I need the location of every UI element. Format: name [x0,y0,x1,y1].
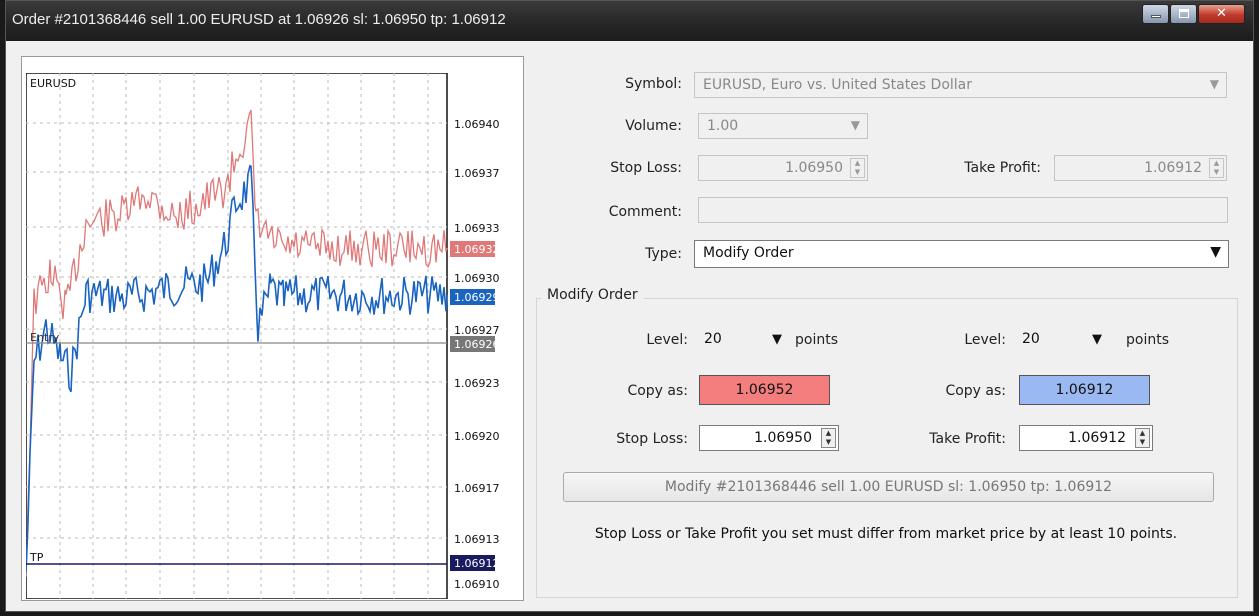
entry-label: Entry [30,331,60,344]
price-chart: EURUSD Entry TP 1.06940 1.06937 1.06933 … [26,73,500,599]
comment-field[interactable] [698,197,1228,223]
take-profit-label: Take Profit: [964,160,1041,176]
tick-label: 1.06930 [454,272,500,285]
tp-level-value: 20 [1022,331,1040,347]
chevron-down-icon: ▼ [1209,77,1219,91]
price-chart-panel: EURUSD Entry TP 1.06940 1.06937 1.06933 … [21,56,524,601]
stop-level-note: Stop Loss or Take Profit you set must di… [594,526,1178,542]
symbol-label: Symbol: [625,76,682,92]
window-title: Order #2101368446 sell 1.00 EURUSD at 1.… [12,11,506,28]
maximize-button[interactable] [1170,4,1197,24]
modify-order-group-title: Modify Order [541,287,644,303]
tp-level-label: Level: [964,332,1006,348]
symbol-select[interactable]: EURUSD, Euro vs. United States Dollar ▼ [694,72,1227,98]
price-axis: 1.06940 1.06937 1.06933 1.06930 1.06927 … [454,118,500,591]
type-label: Type: [645,246,682,262]
modify-take-profit-value: 1.06912 [1068,430,1126,446]
tick-label: 1.06940 [454,118,500,131]
tick-label: 1.06933 [454,222,500,235]
close-button[interactable]: ✕ [1198,4,1245,24]
modify-stop-loss-value: 1.06950 [754,430,812,446]
type-select[interactable]: Modify Order ▼ [694,240,1229,268]
ask-price-tag-text: 1.06932 [454,243,500,256]
sl-level-select[interactable]: 20 ▼ [704,327,782,353]
volume-value: 1.00 [707,118,739,134]
chart-symbol: EURUSD [30,77,76,90]
stop-loss-value: 1.06950 [785,160,843,176]
chart-frame [26,73,448,599]
stop-loss-label: Stop Loss: [610,160,682,176]
order-window: Order #2101368446 sell 1.00 EURUSD at 1.… [5,0,1254,612]
tp-copy-as-label: Copy as: [945,383,1006,399]
minimize-icon [1151,15,1161,18]
title-bar[interactable]: Order #2101368446 sell 1.00 EURUSD at 1.… [6,1,1253,41]
sl-copy-as-button[interactable]: 1.06952 [699,375,830,405]
tp-points-label: points [1126,332,1169,348]
sl-copy-as-label: Copy as: [627,383,688,399]
volume-label: Volume: [625,118,682,134]
modify-take-profit-field[interactable]: 1.06912 ▲ ▼ [1019,425,1153,451]
tp-copy-as-button[interactable]: 1.06912 [1019,375,1150,405]
volume-select[interactable]: 1.00 ▼ [698,113,868,139]
maximize-icon [1179,9,1189,18]
sl-copy-as-value: 1.06952 [735,382,794,398]
window-controls: ✕ [1141,4,1245,24]
tp-copy-as-value: 1.06912 [1055,382,1114,398]
tp-level-select[interactable]: 20 ▼ [1022,327,1102,353]
symbol-value: EURUSD, Euro vs. United States Dollar [703,77,973,93]
tick-label: 1.06937 [454,167,500,180]
bid-price-tag-text: 1.06929 [454,291,500,304]
tick-label: 1.06920 [454,430,500,443]
chevron-down-icon: ▼ [850,118,860,132]
tp-price-tag-text: 1.06912 [454,557,500,570]
chevron-down-icon: ▼ [772,332,782,347]
modify-stop-loss-spinner[interactable]: ▲ ▼ [821,428,836,448]
take-profit-spinner[interactable]: ▲ ▼ [1209,158,1224,178]
type-value: Modify Order [703,245,794,261]
close-icon: ✕ [1216,6,1227,21]
tick-label: 1.06910 [454,578,500,591]
take-profit-value: 1.06912 [1144,160,1202,176]
stop-loss-spinner[interactable]: ▲ ▼ [850,158,865,178]
entry-price-tag-text: 1.06926 [454,338,500,351]
comment-label: Comment: [608,204,682,220]
sl-level-label: Level: [646,332,688,348]
stop-loss-field[interactable]: 1.06950 ▲ ▼ [698,155,868,181]
modify-stop-loss-field[interactable]: 1.06950 ▲ ▼ [699,425,839,451]
minimize-button[interactable] [1142,4,1169,24]
tp-label: TP [29,551,44,564]
tick-label: 1.06927 [454,324,500,337]
modify-take-profit-spinner[interactable]: ▲ ▼ [1135,428,1150,448]
chevron-down-icon: ▼ [1092,332,1102,347]
modify-take-profit-label: Take Profit: [929,431,1006,447]
sl-points-label: points [795,332,838,348]
take-profit-field[interactable]: 1.06912 ▲ ▼ [1054,155,1227,181]
tick-label: 1.06917 [454,482,500,495]
sl-level-value: 20 [704,331,722,347]
chevron-down-icon: ▼ [1210,244,1221,260]
tick-label: 1.06913 [454,533,500,546]
tick-label: 1.06923 [454,377,500,390]
modify-order-button[interactable]: Modify #2101368446 sell 1.00 EURUSD sl: … [563,472,1214,502]
modify-stop-loss-label: Stop Loss: [616,431,688,447]
